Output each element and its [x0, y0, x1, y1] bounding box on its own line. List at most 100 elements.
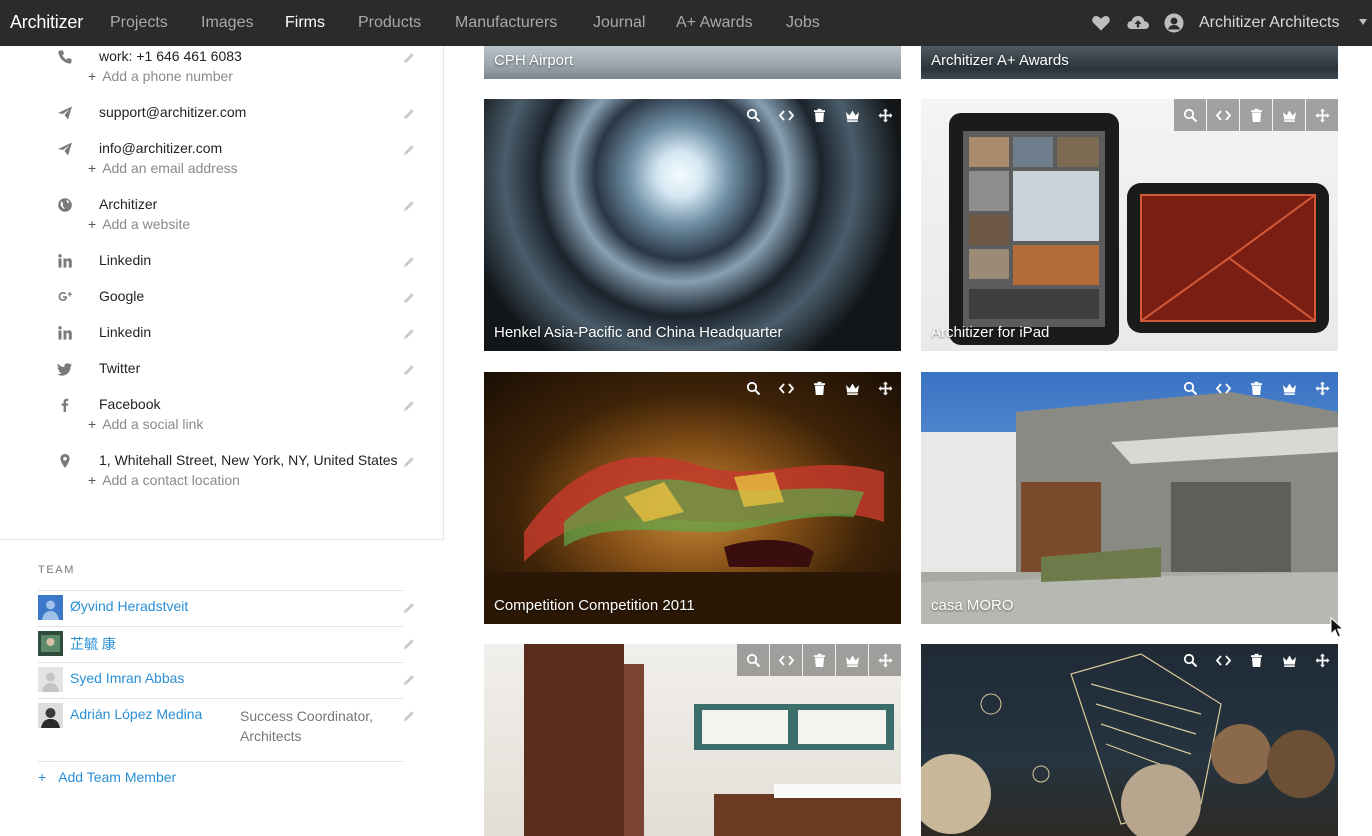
edit-pencil-icon[interactable]	[402, 143, 416, 157]
plus-icon: +	[88, 68, 97, 84]
move-icon[interactable]	[1306, 644, 1338, 676]
team-member-name[interactable]: Syed Imran Abbas	[70, 670, 184, 686]
nav-journal[interactable]: Journal	[593, 14, 645, 32]
edit-pencil-icon[interactable]	[402, 199, 416, 213]
crown-icon[interactable]	[1273, 372, 1305, 404]
nav-a-plus-awards[interactable]: A+ Awards	[676, 14, 753, 32]
edit-pencil-icon[interactable]	[402, 51, 416, 65]
edit-pencil-icon[interactable]	[402, 291, 416, 305]
search-icon[interactable]	[737, 372, 769, 404]
nav-firms[interactable]: Firms	[285, 14, 325, 32]
nav-projects[interactable]: Projects	[110, 14, 168, 32]
project-card[interactable]	[921, 644, 1338, 836]
search-icon[interactable]	[1174, 99, 1206, 131]
search-icon[interactable]	[1174, 372, 1206, 404]
project-title[interactable]: Competition Competition 2011	[494, 597, 695, 614]
add-social-link[interactable]: + Add a social link	[88, 416, 203, 432]
trash-icon[interactable]	[803, 644, 835, 676]
crown-icon[interactable]	[836, 372, 868, 404]
add-email-label: Add an email address	[102, 160, 238, 176]
embed-code-icon[interactable]	[770, 99, 802, 131]
edit-pencil-icon[interactable]	[402, 637, 416, 651]
linkedin-link-1[interactable]: Linkedin	[99, 252, 151, 268]
avatar[interactable]	[38, 595, 63, 620]
avatar[interactable]	[38, 631, 63, 656]
trash-icon[interactable]	[803, 372, 835, 404]
project-card[interactable]: Competition Competition 2011	[484, 372, 901, 624]
architizer-logo[interactable]: Architizer	[10, 12, 83, 33]
edit-pencil-icon[interactable]	[402, 709, 416, 723]
project-card[interactable]: CPH Airport	[484, 46, 901, 79]
pavilion-render-illustration	[484, 456, 901, 624]
add-location-link[interactable]: + Add a contact location	[88, 472, 240, 488]
send-paper-plane-icon	[58, 106, 72, 120]
twitter-link[interactable]: Twitter	[99, 360, 140, 376]
add-phone-link[interactable]: + Add a phone number	[88, 68, 233, 84]
google-link[interactable]: Google	[99, 288, 144, 304]
team-member-name[interactable]: Øyvind Heradstveit	[70, 598, 188, 614]
trash-icon[interactable]	[1240, 644, 1272, 676]
edit-pencil-icon[interactable]	[402, 455, 416, 469]
move-icon[interactable]	[869, 99, 901, 131]
mouse-pointer-icon	[1330, 617, 1344, 638]
project-title[interactable]: Architizer A+ Awards	[931, 52, 1069, 69]
project-title[interactable]: Henkel Asia-Pacific and China Headquarte…	[494, 324, 783, 341]
crown-icon[interactable]	[1273, 644, 1305, 676]
heart-icon[interactable]	[1091, 13, 1111, 33]
user-account-name[interactable]: Architizer Architects	[1199, 14, 1339, 32]
upload-cloud-icon[interactable]	[1126, 13, 1150, 33]
embed-code-icon[interactable]	[770, 644, 802, 676]
embed-code-icon[interactable]	[1207, 372, 1239, 404]
avatar[interactable]	[38, 703, 63, 728]
trash-icon[interactable]	[1240, 99, 1272, 131]
avatar[interactable]	[38, 667, 63, 692]
edit-pencil-icon[interactable]	[402, 363, 416, 377]
add-website-link[interactable]: + Add a website	[88, 216, 190, 232]
edit-pencil-icon[interactable]	[402, 673, 416, 687]
facebook-link[interactable]: Facebook	[99, 396, 160, 412]
edit-pencil-icon[interactable]	[402, 255, 416, 269]
trash-icon[interactable]	[803, 99, 835, 131]
user-icon[interactable]	[1164, 13, 1184, 33]
embed-code-icon[interactable]	[770, 372, 802, 404]
embed-code-icon[interactable]	[1207, 99, 1239, 131]
trash-icon[interactable]	[1240, 372, 1272, 404]
add-social-label: Add a social link	[102, 416, 204, 432]
move-icon[interactable]	[869, 372, 901, 404]
project-title[interactable]: casa MORO	[931, 597, 1014, 614]
project-card[interactable]: Architizer A+ Awards	[921, 46, 1338, 79]
ipad-devices-illustration	[949, 113, 1329, 345]
crown-icon[interactable]	[1273, 99, 1305, 131]
edit-pencil-icon[interactable]	[402, 107, 416, 121]
project-card[interactable]	[484, 644, 901, 836]
move-icon[interactable]	[869, 644, 901, 676]
caret-down-icon[interactable]	[1359, 19, 1367, 25]
linkedin-link-2[interactable]: Linkedin	[99, 324, 151, 340]
edit-pencil-icon[interactable]	[402, 601, 416, 615]
search-icon[interactable]	[1174, 644, 1206, 676]
add-email-link[interactable]: + Add an email address	[88, 160, 238, 176]
add-team-member-button[interactable]: + Add Team Member	[38, 769, 176, 785]
nav-products[interactable]: Products	[358, 14, 421, 32]
edit-pencil-icon[interactable]	[402, 327, 416, 341]
team-member-row: 芷毓 康	[38, 630, 414, 666]
move-icon[interactable]	[1306, 372, 1338, 404]
nav-jobs[interactable]: Jobs	[786, 14, 820, 32]
project-title[interactable]: Architizer for iPad	[931, 324, 1049, 341]
team-member-name[interactable]: 芷毓 康	[70, 634, 116, 654]
project-title[interactable]: CPH Airport	[494, 52, 573, 69]
crown-icon[interactable]	[836, 644, 868, 676]
search-icon[interactable]	[737, 644, 769, 676]
nav-manufacturers[interactable]: Manufacturers	[455, 14, 557, 32]
project-card[interactable]: Architizer for iPad	[921, 99, 1338, 351]
nav-images[interactable]: Images	[201, 14, 253, 32]
move-icon[interactable]	[1306, 99, 1338, 131]
linkedin-icon	[58, 326, 72, 340]
crown-icon[interactable]	[836, 99, 868, 131]
embed-code-icon[interactable]	[1207, 644, 1239, 676]
edit-pencil-icon[interactable]	[402, 399, 416, 413]
project-card[interactable]: Henkel Asia-Pacific and China Headquarte…	[484, 99, 901, 351]
project-card[interactable]: casa MORO	[921, 372, 1338, 624]
team-member-name[interactable]: Adrián López Medina	[70, 706, 202, 722]
search-icon[interactable]	[737, 99, 769, 131]
